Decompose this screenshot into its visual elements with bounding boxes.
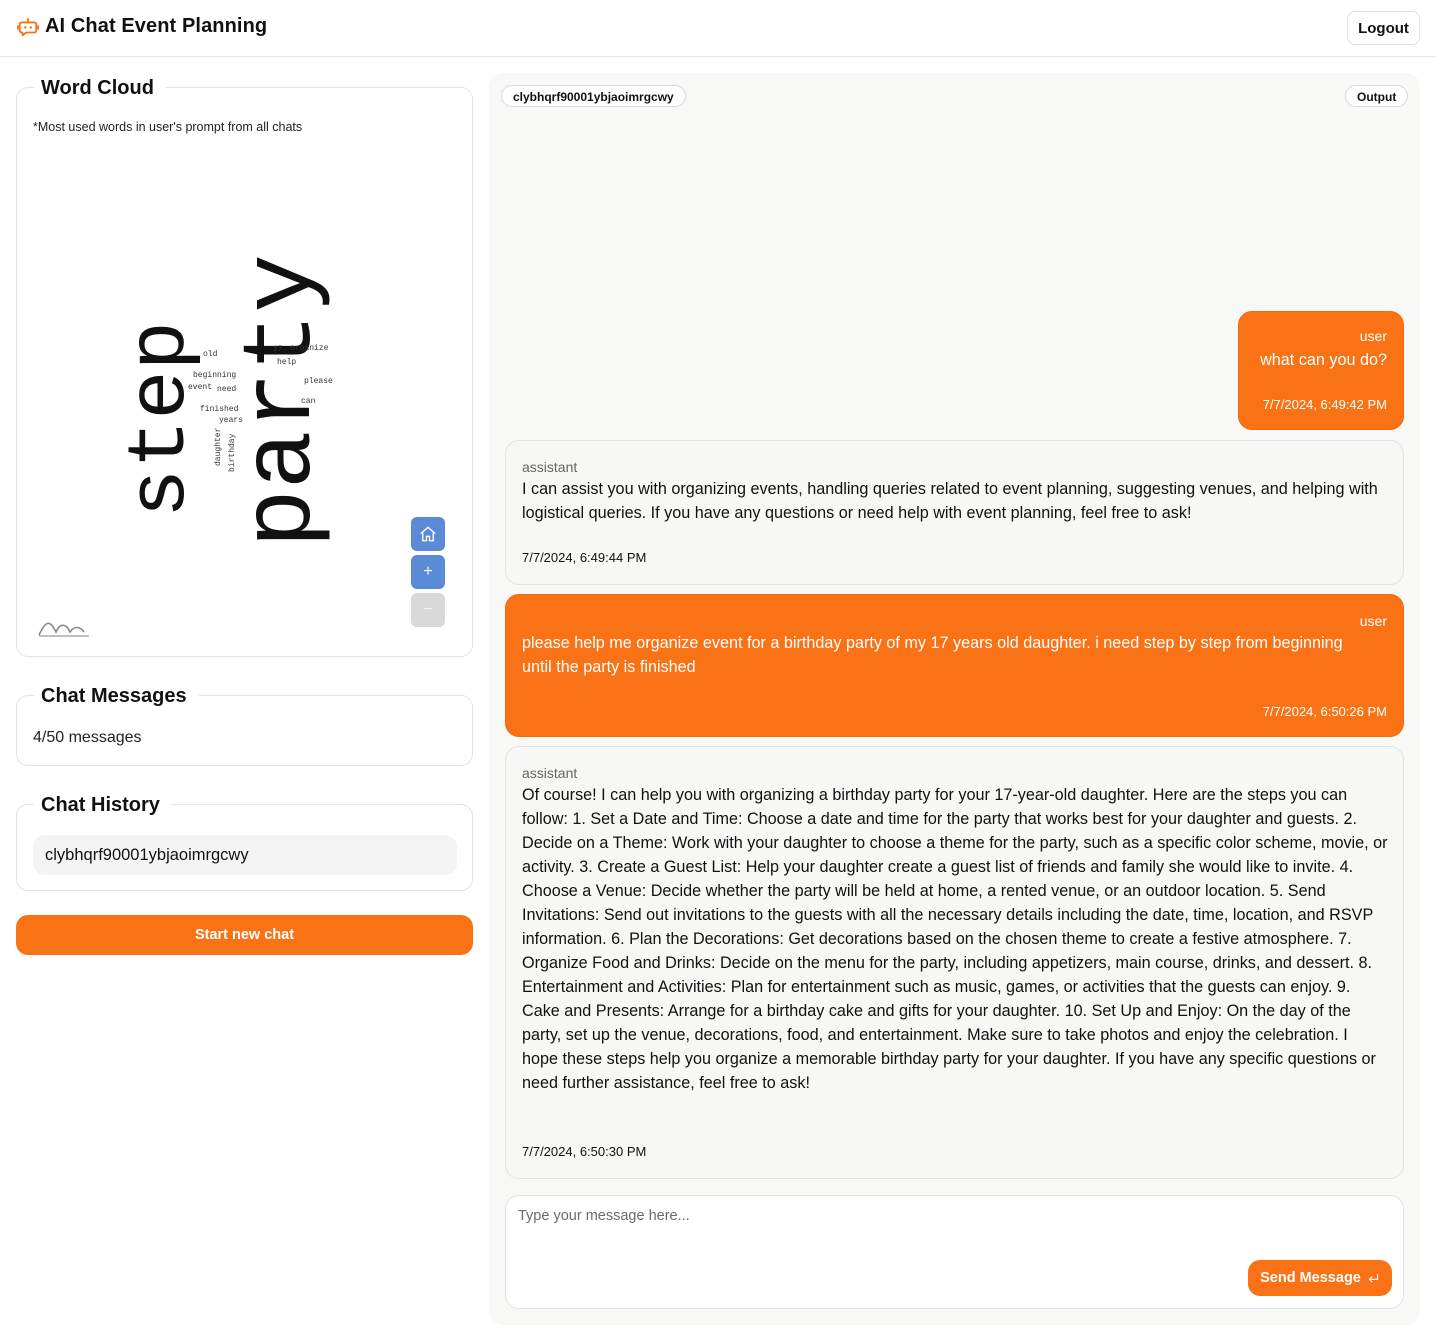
home-icon xyxy=(420,526,436,542)
message-role: user xyxy=(1359,613,1387,629)
word-daughter: daughter xyxy=(214,427,223,466)
message-role: assistant xyxy=(522,459,578,475)
message-count: 4/50 messages xyxy=(33,729,142,746)
message-bubble-user: user what can you do? 7/7/2024, 6:49:42 … xyxy=(1238,311,1404,430)
word-years: years xyxy=(219,416,243,425)
message-timestamp: 7/7/2024, 6:50:26 PM xyxy=(1262,704,1387,719)
word-cloud-zoom-in-button[interactable]: + xyxy=(411,555,445,589)
message-text: Of course! I can help you with organizin… xyxy=(522,786,1388,1092)
word-cloud-canvas[interactable]: step party old 17 organize help beginnin… xyxy=(17,88,472,656)
message-timestamp: 7/7/2024, 6:49:44 PM xyxy=(522,550,647,565)
message-timestamp: 7/7/2024, 6:50:30 PM xyxy=(522,1144,647,1159)
message-text: please help me organize event for a birt… xyxy=(522,634,1343,676)
word-old: old xyxy=(203,350,218,359)
chart-library-logo-icon xyxy=(38,622,89,637)
brand: AI Chat Event Planning xyxy=(17,15,267,38)
word-can: can xyxy=(301,397,316,406)
send-message-label: Send Message xyxy=(1260,1270,1361,1286)
minus-icon: − xyxy=(423,601,433,618)
word-event: event xyxy=(188,383,212,392)
word-17: 17 xyxy=(273,345,283,354)
chat-history-card: Chat History clybhqrf90001ybjaoimrgcwy xyxy=(16,792,473,891)
word-need: need xyxy=(217,385,236,394)
logout-button[interactable]: Logout xyxy=(1347,11,1420,45)
word-organize: organize xyxy=(290,344,329,353)
message-text: what can you do? xyxy=(1260,351,1387,369)
message-composer: Send Message xyxy=(505,1195,1404,1309)
word-please: please xyxy=(304,377,333,386)
word-party: party xyxy=(228,254,339,548)
app-title: AI Chat Event Planning xyxy=(45,15,268,37)
start-new-chat-button[interactable]: Start new chat xyxy=(16,915,473,955)
word-cloud-zoom-out-button[interactable]: − xyxy=(411,593,445,627)
word-cloud-home-button[interactable] xyxy=(411,517,445,551)
message-timestamp: 7/7/2024, 6:49:42 PM xyxy=(1262,397,1387,412)
word-beginning: beginning xyxy=(193,371,236,380)
plus-icon: + xyxy=(423,563,433,580)
word-cloud-card: Word Cloud *Most used words in user's pr… xyxy=(16,75,473,657)
chat-history-item[interactable]: clybhqrf90001ybjaoimrgcwy xyxy=(33,835,457,875)
output-badge: Output xyxy=(1345,85,1409,107)
bot-icon xyxy=(17,17,39,36)
chat-messages-title: Chat Messages xyxy=(34,683,199,709)
chat-id-badge: clybhqrf90001ybjaoimrgcwy xyxy=(501,85,686,107)
enter-icon xyxy=(1368,1273,1379,1282)
message-bubble-assistant: assistant Of course! I can help you with… xyxy=(505,746,1404,1179)
word-step: step xyxy=(115,321,208,518)
word-help: help xyxy=(277,358,296,367)
word-finished: finished xyxy=(200,405,239,414)
message-role: assistant xyxy=(522,765,578,781)
message-bubble-assistant: assistant I can assist you with organizi… xyxy=(505,440,1404,585)
message-input[interactable] xyxy=(518,1208,1378,1258)
chat-messages-card: Chat Messages 4/50 messages xyxy=(16,683,473,766)
top-header: AI Chat Event Planning Logout xyxy=(0,0,1436,57)
chat-history-title: Chat History xyxy=(34,792,172,818)
send-message-button[interactable]: Send Message xyxy=(1248,1260,1392,1296)
chat-panel: clybhqrf90001ybjaoimrgcwy Output user wh… xyxy=(489,73,1420,1325)
message-role: user xyxy=(1359,328,1387,344)
message-bubble-user: user please help me organize event for a… xyxy=(505,594,1404,737)
message-text: I can assist you with organizing events,… xyxy=(522,480,1378,522)
word-birthday: birthday xyxy=(228,433,237,472)
